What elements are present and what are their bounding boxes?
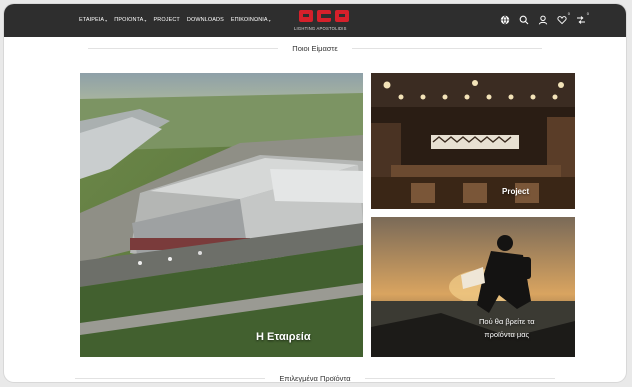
divider <box>75 378 266 379</box>
nav-item-label: ΠΡΟΙΟΝΤΑ <box>114 17 144 23</box>
search-icon <box>519 15 528 24</box>
where-label-line-2: προϊόντα μας <box>484 330 530 339</box>
where-to-find-tile-label: Πού θα βρείτε τα προϊόντα μας <box>479 317 535 339</box>
compare-icon <box>576 15 585 24</box>
logo-subtitle: LIGHTING APOSTOLIDIS <box>294 26 347 31</box>
compare-button[interactable]: 0 <box>575 11 589 25</box>
chevron-down-icon: ▾ <box>268 17 271 23</box>
company-tile[interactable]: Η Εταιρεία <box>80 73 363 357</box>
divider <box>364 378 555 379</box>
nav-item-downloads[interactable]: DOWNLOADS <box>187 17 224 23</box>
nav-item-label: DOWNLOADS <box>186 17 224 23</box>
company-tile-label: Η Εταιρεία <box>256 331 311 343</box>
account-button[interactable] <box>537 14 548 25</box>
nav-item-label: PROJECT <box>153 17 180 23</box>
heart-icon <box>556 15 567 24</box>
browser-window: ΕΤΑΙΡΕΙΑ ▾ ΠΡΟΙΟΝΤΑ ▾ PROJECT DOWNLOADS ΕΠ… <box>4 4 626 382</box>
aca-logo[interactable]: LIGHTING APOSTOLIDIS <box>294 7 352 34</box>
user-icon <box>538 15 547 25</box>
wishlist-count-badge: 0 <box>567 11 570 16</box>
divider <box>351 48 542 49</box>
featured-products-section-header: Επιλεγμένα Προϊόντα <box>4 374 626 382</box>
logo-mark <box>296 7 352 25</box>
factory-aerial-image <box>80 73 363 357</box>
nav-item-label: ΕΤΑΙΡΕΙΑ <box>79 17 105 23</box>
header-icons: 0 0 <box>499 11 589 25</box>
about-section-title: Ποιοι Είμαστε <box>292 44 338 53</box>
sunset-explorer-image <box>371 217 575 357</box>
nav-item-company[interactable]: ΕΤΑΙΡΕΙΑ ▾ <box>79 17 107 23</box>
where-label-line-1: Πού θα βρείτε τα <box>479 317 535 326</box>
nav-item-project[interactable]: PROJECT <box>154 17 180 23</box>
nav-item-products[interactable]: ΠΡΟΙΟΝΤΑ ▾ <box>114 17 146 23</box>
restaurant-interior-image <box>371 73 575 209</box>
nav-item-label: ΕΠΙΚΟΙΝΩΝΙΑ <box>230 17 268 23</box>
chevron-down-icon: ▾ <box>144 17 147 23</box>
nav-item-contact[interactable]: ΕΠΙΚΟΙΝΩΝΙΑ ▾ <box>231 17 271 23</box>
globe-icon <box>500 15 509 24</box>
search-button[interactable] <box>518 14 529 25</box>
about-section-header: Ποιοι Είμαστε <box>4 44 626 53</box>
compare-count-badge: 0 <box>586 11 589 16</box>
where-to-find-tile[interactable]: Πού θα βρείτε τα προϊόντα μας <box>371 217 575 357</box>
project-tile[interactable]: Project <box>371 73 575 209</box>
divider <box>88 48 279 49</box>
main-menu: ΕΤΑΙΡΕΙΑ ▾ ΠΡΟΙΟΝΤΑ ▾ PROJECT DOWNLOADS ΕΠ… <box>79 17 271 23</box>
language-button[interactable] <box>499 14 510 25</box>
featured-products-title: Επιλεγμένα Προϊόντα <box>279 374 351 382</box>
chevron-down-icon: ▾ <box>105 17 108 23</box>
top-navigation-bar: ΕΤΑΙΡΕΙΑ ▾ ΠΡΟΙΟΝΤΑ ▾ PROJECT DOWNLOADS ΕΠ… <box>4 4 626 37</box>
wishlist-button[interactable]: 0 <box>556 11 570 25</box>
project-tile-label: Project <box>502 187 530 196</box>
